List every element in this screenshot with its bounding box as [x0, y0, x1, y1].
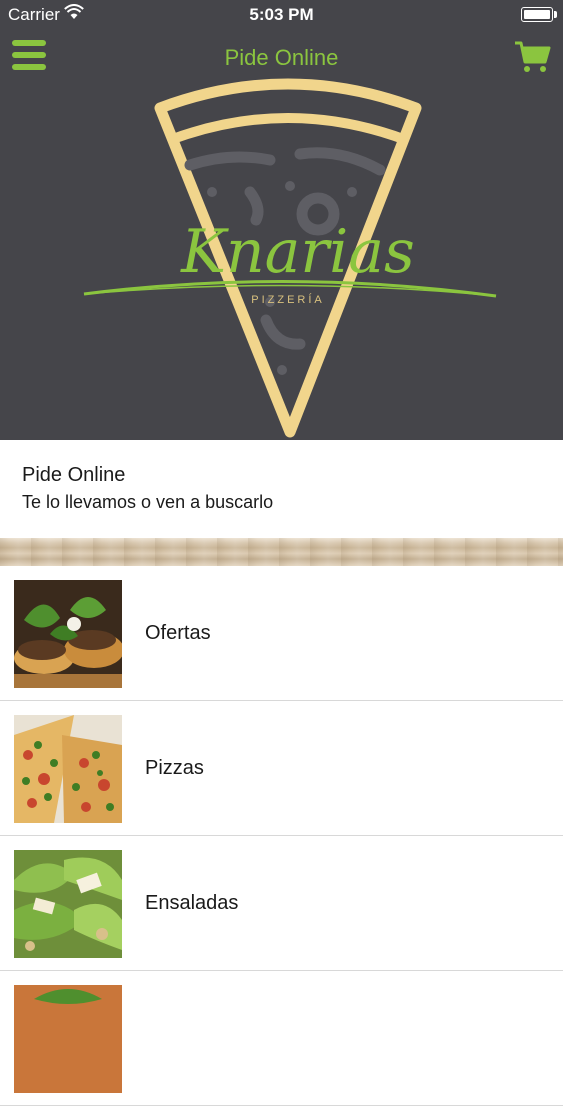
page-title: Pide Online [224, 45, 339, 70]
clock-time: 5:03 PM [249, 5, 314, 24]
ofertas-thumbnail [14, 580, 122, 688]
battery-icon [521, 7, 557, 22]
category-item-partial[interactable] [0, 971, 563, 1106]
category-item-pizzas[interactable]: Pizzas [0, 701, 563, 836]
info-section: Pide Online Te lo llevamos o ven a busca… [0, 440, 563, 538]
category-item-ensaladas[interactable]: Ensaladas [0, 836, 563, 971]
next-category-thumbnail [14, 985, 122, 1093]
ensaladas-thumbnail [14, 850, 122, 958]
logo-subtitle-text: PIZZERÍA [251, 293, 325, 306]
pizzas-thumbnail [14, 715, 122, 823]
shopping-cart-icon [515, 41, 551, 72]
category-label: Pizzas [145, 757, 204, 779]
logo-brand-text: Knarias [180, 217, 415, 287]
cart-button[interactable] [513, 38, 551, 76]
status-bar: Carrier 5:03 PM [0, 0, 563, 30]
navigation-bar: Pide Online [0, 30, 563, 88]
wood-divider [0, 538, 563, 566]
category-label: Ofertas [145, 622, 211, 644]
info-subtitle: Te lo llevamos o ven a buscarlo [22, 492, 274, 512]
category-label: Ensaladas [145, 892, 239, 914]
category-list: Ofertas Pizzas Ensaladas [0, 566, 563, 1106]
header-banner: Knarias PIZZERÍA Carrier 5:03 PM Pide On… [0, 0, 563, 440]
info-title: Pide Online [22, 464, 126, 486]
category-item-ofertas[interactable]: Ofertas [0, 566, 563, 701]
